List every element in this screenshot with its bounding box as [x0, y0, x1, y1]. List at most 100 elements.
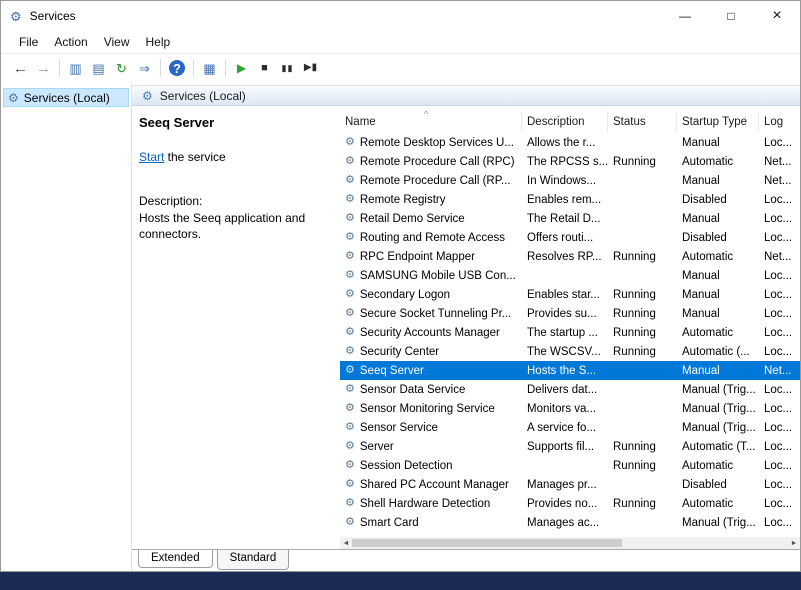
cell-status — [608, 361, 677, 380]
cell-log-on-as: Loc... — [759, 285, 800, 304]
cell-status: Running — [608, 494, 677, 513]
tree-item-label: Services (Local) — [24, 91, 110, 105]
scroll-right-icon[interactable]: ► — [788, 537, 800, 549]
column-header-status[interactable]: Status — [608, 111, 677, 133]
horizontal-scrollbar-thumb[interactable] — [352, 539, 622, 547]
table-row[interactable]: ⚙Remote Desktop Services U... Allows the… — [340, 133, 800, 152]
cell-name: Secondary Logon — [360, 289, 450, 301]
menu-file[interactable]: File — [11, 33, 46, 51]
cell-startup-type: Manual (Trig... — [677, 513, 759, 532]
table-row[interactable]: ⚙Session Detection Running Automatic Loc… — [340, 456, 800, 475]
table-row[interactable]: ⚙Remote Registry Enables rem... Disabled… — [340, 190, 800, 209]
cell-name-wrap: ⚙Remote Registry — [340, 190, 522, 209]
forward-icon[interactable]: → — [32, 57, 55, 79]
start-service-link[interactable]: Start — [139, 150, 164, 164]
tab-standard[interactable]: Standard — [217, 550, 290, 570]
table-row[interactable]: ⚙Sensor Monitoring Service Monitors va..… — [340, 399, 800, 418]
maximize-button[interactable]: □ — [708, 1, 754, 31]
column-header-name[interactable]: Name ^ — [340, 111, 522, 133]
table-row[interactable]: ⚙Secure Socket Tunneling Pr... Provides … — [340, 304, 800, 323]
window-controls: — □ × — [662, 1, 800, 31]
cell-status — [608, 133, 677, 152]
close-button[interactable]: × — [754, 1, 800, 31]
pane-header-title: Services (Local) — [160, 89, 246, 103]
service-icon: ⚙ — [345, 403, 355, 414]
services-icon: ⚙ — [8, 92, 19, 104]
tab-extended[interactable]: Extended — [138, 550, 213, 568]
cell-name: Seeq Server — [360, 365, 424, 377]
table-row[interactable]: ⚙Security Accounts Manager The startup .… — [340, 323, 800, 342]
cell-name: Remote Procedure Call (RPC) — [360, 156, 515, 168]
services-app-icon: ⚙ — [10, 10, 22, 23]
help-icon[interactable]: ? — [169, 60, 185, 76]
cell-startup-type: Automatic — [677, 494, 759, 513]
table-row[interactable]: ⚙Remote Procedure Call (RP... In Windows… — [340, 171, 800, 190]
properties-icon[interactable]: ▤ — [87, 57, 110, 79]
cell-name: Sensor Monitoring Service — [360, 403, 495, 415]
menu-action[interactable]: Action — [46, 33, 95, 51]
cell-name-wrap: ⚙Remote Desktop Services U... — [340, 133, 522, 152]
table-row[interactable]: ⚙Secondary Logon Enables star... Running… — [340, 285, 800, 304]
back-icon[interactable]: ← — [9, 57, 32, 79]
service-icon: ⚙ — [345, 479, 355, 490]
start-service-icon[interactable]: ▶ — [230, 57, 253, 79]
cell-name: Routing and Remote Access — [360, 232, 505, 244]
table-row[interactable]: ⚙Server Supports fil... Running Automati… — [340, 437, 800, 456]
cell-name-wrap: ⚙Retail Demo Service — [340, 209, 522, 228]
table-row[interactable]: ⚙Security Center The WSCSV... Running Au… — [340, 342, 800, 361]
menu-view[interactable]: View — [96, 33, 138, 51]
cell-startup-type: Automatic — [677, 247, 759, 266]
cell-description: Hosts the S... — [522, 361, 608, 380]
refresh-icon[interactable]: ↻ — [110, 57, 133, 79]
horizontal-scrollbar[interactable]: ◄ ► — [340, 537, 800, 549]
table-row[interactable]: ⚙Sensor Data Service Delivers dat... Man… — [340, 380, 800, 399]
cell-log-on-as: Net... — [759, 247, 800, 266]
services-window: ⚙ Services — □ × File Action View Help ←… — [0, 0, 801, 572]
tree-item-services-local[interactable]: ⚙ Services (Local) — [3, 88, 129, 107]
table-row[interactable]: ⚙Smart Card Manages ac... Manual (Trig..… — [340, 513, 800, 532]
stop-service-icon[interactable]: ■ — [253, 57, 276, 79]
cell-description — [522, 456, 608, 475]
column-header-log-on-as[interactable]: Log — [759, 111, 800, 133]
table-row[interactable]: ⚙Seeq Server Hosts the S... Manual Net..… — [340, 361, 800, 380]
menu-help[interactable]: Help — [138, 33, 179, 51]
cell-name-wrap: ⚙Shell Hardware Detection — [340, 494, 522, 513]
column-header-startup-type[interactable]: Startup Type — [677, 111, 759, 133]
table-row[interactable]: ⚙Retail Demo Service The Retail D... Man… — [340, 209, 800, 228]
cell-description: Manages ac... — [522, 513, 608, 532]
cell-status: Running — [608, 285, 677, 304]
cell-description: A service fo... — [522, 418, 608, 437]
cell-status — [608, 399, 677, 418]
table-row[interactable]: ⚙Shell Hardware Detection Provides no...… — [340, 494, 800, 513]
table-row[interactable]: ⚙RPC Endpoint Mapper Resolves RP... Runn… — [340, 247, 800, 266]
column-header-description[interactable]: Description — [522, 111, 608, 133]
table-row[interactable]: ⚙Remote Procedure Call (RPC) The RPCSS s… — [340, 152, 800, 171]
table-row[interactable]: ⚙Sensor Service A service fo... Manual (… — [340, 418, 800, 437]
column-label: Description — [527, 116, 585, 128]
cell-status — [608, 209, 677, 228]
cell-name: Remote Desktop Services U... — [360, 137, 514, 149]
cell-description: In Windows... — [522, 171, 608, 190]
pane-header: ⚙ Services (Local) — [132, 85, 800, 106]
cell-description: Delivers dat... — [522, 380, 608, 399]
cell-name-wrap: ⚙Secondary Logon — [340, 285, 522, 304]
restart-service-icon[interactable]: ▶▮ — [299, 57, 322, 79]
cell-description: The startup ... — [522, 323, 608, 342]
pause-service-icon[interactable]: ▮▮ — [276, 57, 299, 79]
table-row[interactable]: ⚙Routing and Remote Access Offers routi.… — [340, 228, 800, 247]
cell-name-wrap: ⚙Server — [340, 437, 522, 456]
table-row[interactable]: ⚙SAMSUNG Mobile USB Con... Manual Loc... — [340, 266, 800, 285]
minimize-button[interactable]: — — [662, 1, 708, 31]
cell-log-on-as: Loc... — [759, 323, 800, 342]
cell-name: Sensor Data Service — [360, 384, 465, 396]
export-list-icon[interactable]: ⇒ — [133, 57, 156, 79]
titlebar[interactable]: ⚙ Services — □ × — [1, 1, 800, 31]
scroll-left-icon[interactable]: ◄ — [340, 537, 352, 549]
cell-name: Sensor Service — [360, 422, 438, 434]
table-row[interactable]: ⚙Shared PC Account Manager Manages pr...… — [340, 475, 800, 494]
show-action-pane-icon[interactable]: ▦ — [198, 57, 221, 79]
cell-description: Manages pr... — [522, 475, 608, 494]
show-console-tree-icon[interactable]: ▥ — [64, 57, 87, 79]
main-area: ⚙ Services (Local) ⚙ Services (Local) Se… — [1, 82, 800, 571]
toolbar: ←→ ▥▤↻⇒? ▦ ▶■▮▮▶▮ — [1, 53, 800, 83]
